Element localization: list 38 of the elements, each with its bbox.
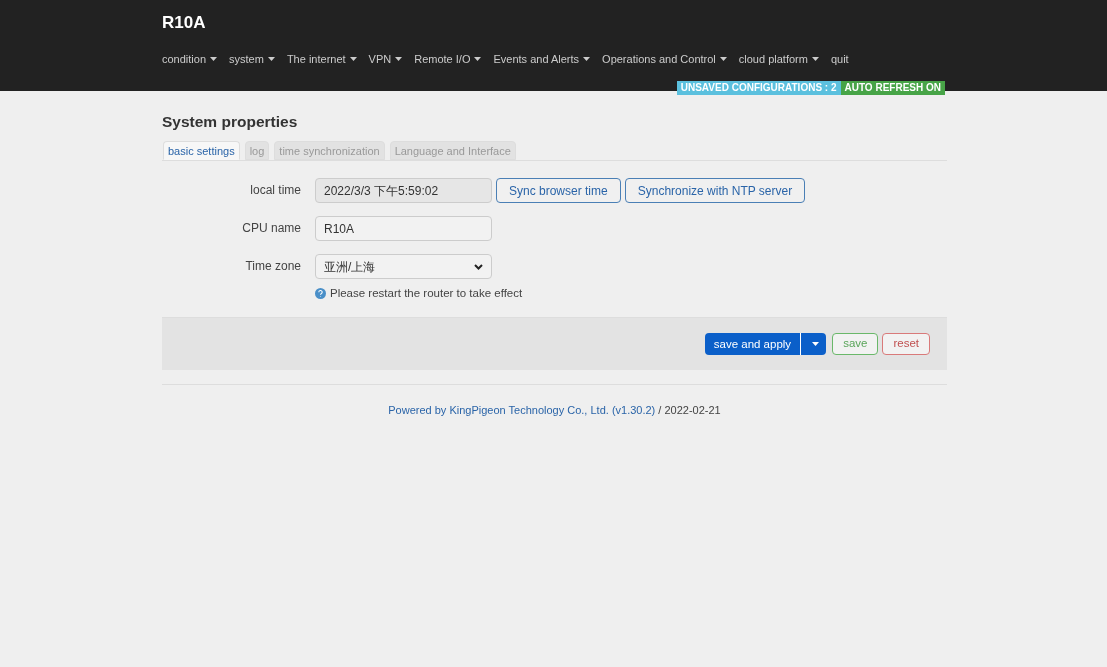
local-time-field[interactable]: 2022/3/3 下午5:59:02 [315,178,492,204]
hint-text: Please restart the router to take effect [330,286,523,302]
nav-menu-item[interactable]: cloud platform [738,50,819,67]
reset-button[interactable]: reset [882,332,930,355]
settings-tab[interactable]: basic settings [163,141,240,161]
save-and-apply-button[interactable]: save and apply [704,332,827,355]
nav-menu-item[interactable]: system [229,50,275,67]
chevron-down-icon [474,263,483,270]
status-badge: AUTO REFRESH ON [840,81,945,95]
caret-icon [811,56,819,61]
nav-menu-item[interactable]: Events and Alerts [493,50,591,67]
brand-title: R10A [162,12,207,34]
nav-menu-item[interactable]: condition [162,50,218,67]
footer-link[interactable]: Powered by KingPigeon Technology Co., Ltd. (v1.30.2) [388,401,656,418]
nav-menu-item[interactable]: Remote I/O [414,50,482,67]
caret-icon [210,56,218,61]
caret-icon [395,56,403,61]
footer-date: / 2022-02-21 [657,402,721,418]
sync-button[interactable]: Sync browser time [496,178,621,204]
field-label: Time zone [244,258,302,276]
field-label: local time [249,182,302,200]
help-icon [315,288,326,300]
sync-button[interactable]: Synchronize with NTP server [624,178,806,204]
caret-icon [719,56,727,61]
caret-icon [267,56,275,61]
page-title: System properties [162,112,299,132]
caret-icon [812,341,820,346]
status-badge: UNSAVED CONFIGURATIONS : 2 [676,81,841,95]
caret-icon [583,56,591,61]
select-field[interactable]: 亚洲/上海 [315,254,492,280]
caret-icon [474,56,482,61]
nav-menu-item[interactable]: quit [830,50,849,67]
nav-menu-item[interactable]: The internet [286,50,357,67]
caret-icon [349,56,357,61]
nav-menu-item[interactable]: Operations and Control [602,50,727,67]
input-field[interactable]: R10A [315,216,492,242]
field-label: CPU name [241,220,302,238]
nav-menu-item[interactable]: VPN [368,50,403,67]
